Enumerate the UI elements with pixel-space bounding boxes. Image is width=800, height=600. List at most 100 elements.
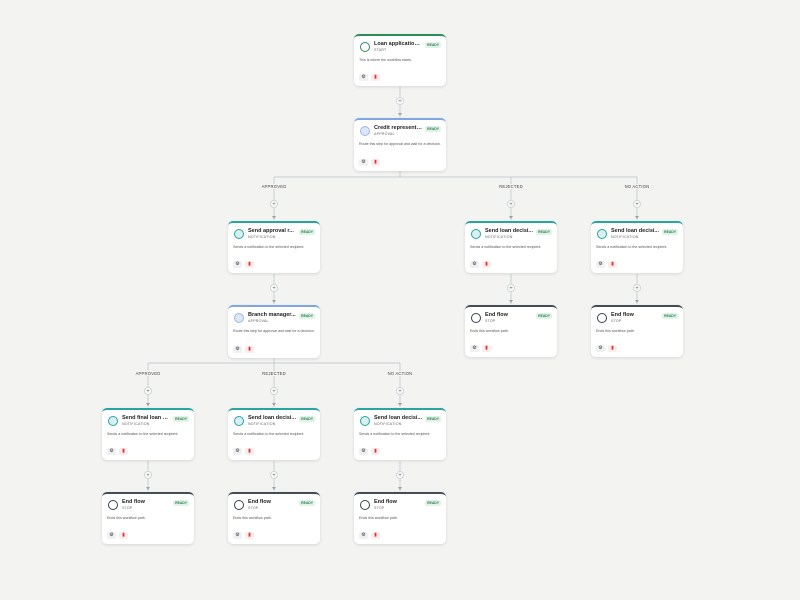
node-description: Sends a notification to the selected rec… xyxy=(107,432,179,436)
add-step-button[interactable]: + xyxy=(270,387,278,395)
add-step-button[interactable]: + xyxy=(270,284,278,292)
status-badge: READY xyxy=(425,416,441,422)
add-step-button[interactable]: + xyxy=(633,284,641,292)
node-actions: ⚙ ▮ xyxy=(233,448,254,455)
add-step-button[interactable]: + xyxy=(507,200,515,208)
delete-trash-icon[interactable]: ▮ xyxy=(245,346,254,353)
workflow-node-notification[interactable]: Send loan decisi... NOTIFICATION READY Send… xyxy=(465,221,557,273)
node-title: Send final loan d... xyxy=(122,415,170,421)
add-step-button[interactable]: + xyxy=(144,471,152,479)
delete-trash-icon[interactable]: ▮ xyxy=(482,261,491,268)
add-step-button[interactable]: + xyxy=(396,471,404,479)
add-step-button[interactable]: + xyxy=(396,387,404,395)
status-badge: READY xyxy=(536,229,552,235)
workflow-canvas[interactable]: APPROVED REJECTED NO ACTION APPROVED REJ… xyxy=(0,0,800,600)
node-actions: ⚙ ▮ xyxy=(596,345,617,352)
settings-gear-icon[interactable]: ⚙ xyxy=(233,448,242,455)
settings-gear-icon[interactable]: ⚙ xyxy=(359,74,368,81)
settings-gear-icon[interactable]: ⚙ xyxy=(233,532,242,539)
workflow-node-notification[interactable]: Send loan decisi... NOTIFICATION READY Send… xyxy=(354,408,446,460)
notification-envelope-icon xyxy=(234,229,244,239)
add-step-button[interactable]: + xyxy=(507,284,515,292)
delete-trash-icon[interactable]: ▮ xyxy=(608,261,617,268)
settings-gear-icon[interactable]: ⚙ xyxy=(470,261,479,268)
node-type-label: STOP xyxy=(485,319,496,323)
notification-envelope-icon xyxy=(108,416,118,426)
workflow-node-start[interactable]: Loan application... START READY This is whe… xyxy=(354,34,446,86)
branch-label-no-action: NO ACTION xyxy=(622,184,652,189)
delete-trash-icon[interactable]: ▮ xyxy=(119,532,128,539)
settings-gear-icon[interactable]: ⚙ xyxy=(233,261,242,268)
node-title: End flow xyxy=(485,312,508,318)
workflow-node-stop[interactable]: End flow STOP READY Ends this workflow path… xyxy=(465,305,557,357)
node-title: Send loan decisi... xyxy=(374,415,422,421)
delete-trash-icon[interactable]: ▮ xyxy=(482,345,491,352)
delete-trash-icon[interactable]: ▮ xyxy=(245,448,254,455)
status-badge: READY xyxy=(173,500,189,506)
settings-gear-icon[interactable]: ⚙ xyxy=(107,448,116,455)
delete-trash-icon[interactable]: ▮ xyxy=(608,345,617,352)
node-title: End flow xyxy=(122,499,145,505)
delete-trash-icon[interactable]: ▮ xyxy=(245,532,254,539)
delete-trash-icon[interactable]: ▮ xyxy=(371,532,380,539)
add-step-button[interactable]: + xyxy=(396,97,404,105)
workflow-node-stop[interactable]: End flow STOP READY Ends this workflow path… xyxy=(591,305,683,357)
workflow-node-approval[interactable]: Branch manager... APPROVAL READY Route this… xyxy=(228,305,320,358)
node-description: Ends this workflow path. xyxy=(233,516,272,520)
workflow-node-notification[interactable]: Send loan decisi... NOTIFICATION READY Send… xyxy=(591,221,683,273)
delete-trash-icon[interactable]: ▮ xyxy=(371,159,380,166)
node-actions: ⚙ ▮ xyxy=(233,261,254,268)
add-step-button[interactable]: + xyxy=(633,200,641,208)
delete-trash-icon[interactable]: ▮ xyxy=(371,448,380,455)
add-step-button[interactable]: + xyxy=(270,471,278,479)
node-type-label: APPROVAL xyxy=(374,132,395,136)
delete-trash-icon[interactable]: ▮ xyxy=(245,261,254,268)
workflow-node-stop[interactable]: End flow STOP READY Ends this workflow path… xyxy=(354,492,446,544)
workflow-node-stop[interactable]: End flow STOP READY Ends this workflow path… xyxy=(102,492,194,544)
node-description: This is where the workflow starts. xyxy=(359,58,412,62)
settings-gear-icon[interactable]: ⚙ xyxy=(596,345,605,352)
workflow-node-stop[interactable]: End flow STOP READY Ends this workflow path… xyxy=(228,492,320,544)
node-type-label: NOTIFICATION xyxy=(374,422,402,426)
add-step-button[interactable]: + xyxy=(144,387,152,395)
node-actions: ⚙ ▮ xyxy=(359,448,380,455)
stop-circle-icon xyxy=(234,500,244,510)
delete-trash-icon[interactable]: ▮ xyxy=(119,448,128,455)
notification-envelope-icon xyxy=(597,229,607,239)
workflow-node-notification[interactable]: Send final loan d... NOTIFICATION READY Sen… xyxy=(102,408,194,460)
workflow-node-approval[interactable]: Credit representati...APPROVAL READY Route… xyxy=(354,118,446,171)
settings-gear-icon[interactable]: ⚙ xyxy=(233,346,242,353)
notification-envelope-icon xyxy=(360,416,370,426)
node-title: End flow xyxy=(248,499,271,505)
node-type-label: NOTIFICATION xyxy=(248,422,276,426)
node-type-label: NOTIFICATION xyxy=(611,235,639,239)
node-description: Sends a notification to the selected rec… xyxy=(596,245,668,249)
node-actions: ⚙ ▮ xyxy=(359,74,380,81)
node-actions: ⚙ ▮ xyxy=(470,261,491,268)
node-title: Loan application... xyxy=(374,41,422,47)
node-type-label: NOTIFICATION xyxy=(248,235,276,239)
settings-gear-icon[interactable]: ⚙ xyxy=(359,448,368,455)
status-badge: READY xyxy=(425,42,441,48)
status-badge: READY xyxy=(299,313,315,319)
node-description: Ends this workflow path. xyxy=(596,329,635,333)
workflow-node-notification[interactable]: Send approval r... NOTIFICATION READY Sends… xyxy=(228,221,320,273)
status-badge: READY xyxy=(425,126,441,132)
node-title: Credit representati... xyxy=(374,125,422,131)
settings-gear-icon[interactable]: ⚙ xyxy=(596,261,605,268)
node-actions: ⚙ ▮ xyxy=(596,261,617,268)
node-title: Send loan decisi... xyxy=(611,228,659,234)
settings-gear-icon[interactable]: ⚙ xyxy=(107,532,116,539)
settings-gear-icon[interactable]: ⚙ xyxy=(470,345,479,352)
node-type-label: STOP xyxy=(248,506,259,510)
settings-gear-icon[interactable]: ⚙ xyxy=(359,159,368,166)
delete-trash-icon[interactable]: ▮ xyxy=(371,74,380,81)
node-title: Send loan decisi... xyxy=(248,415,296,421)
status-badge: READY xyxy=(662,229,678,235)
settings-gear-icon[interactable]: ⚙ xyxy=(359,532,368,539)
workflow-node-notification[interactable]: Send loan decisi... NOTIFICATION READY Send… xyxy=(228,408,320,460)
node-actions: ⚙ ▮ xyxy=(107,448,128,455)
status-badge: READY xyxy=(173,416,189,422)
add-step-button[interactable]: + xyxy=(270,200,278,208)
approval-pencil-icon xyxy=(360,126,370,136)
